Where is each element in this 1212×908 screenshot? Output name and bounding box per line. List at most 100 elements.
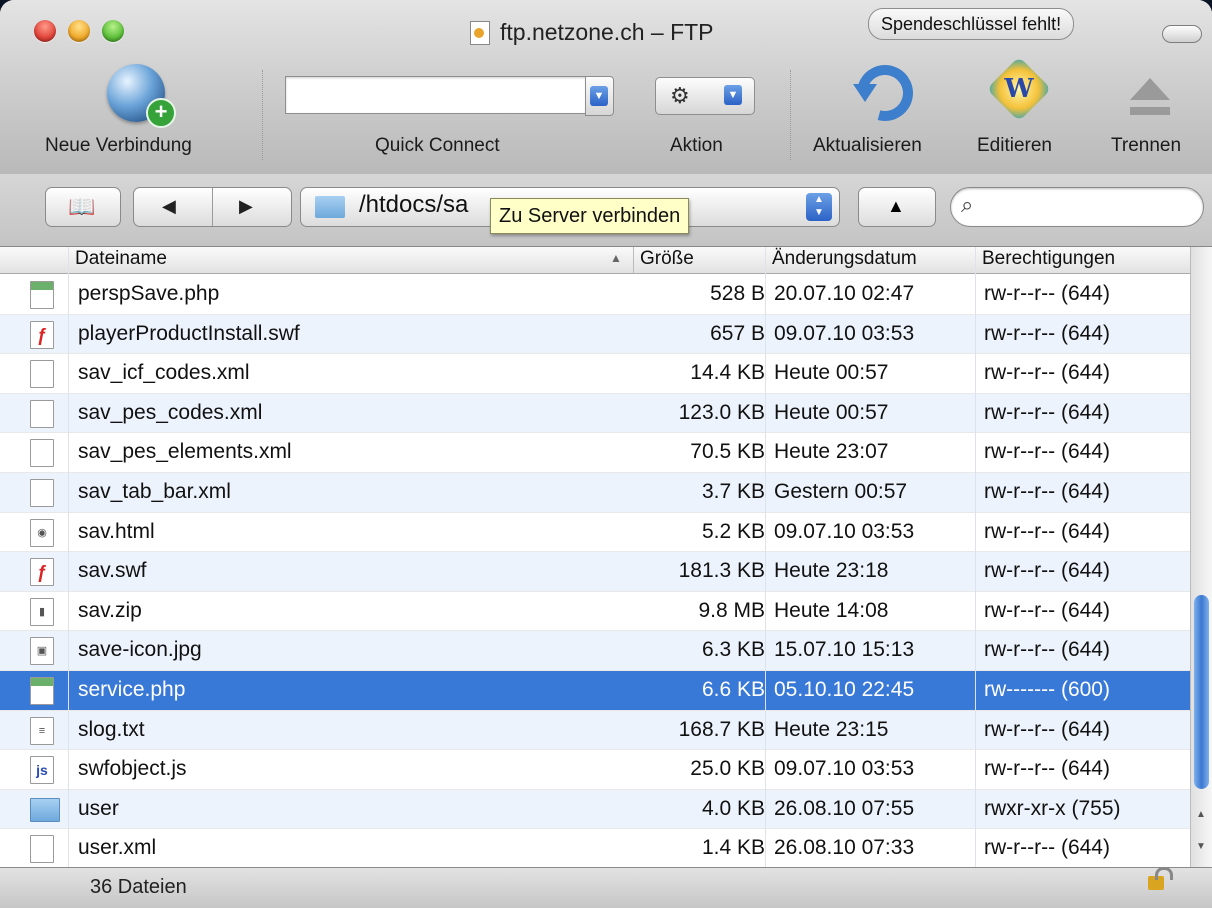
column-header-name[interactable]: Dateiname (68, 247, 633, 273)
search-input[interactable]: ⌕ (950, 187, 1204, 227)
file-name: swfobject.js (78, 757, 187, 781)
file-name: slog.txt (78, 717, 145, 741)
file-permissions: rw-r--r-- (644) (984, 400, 1110, 424)
bookmarks-button[interactable]: 📖 (45, 187, 121, 227)
table-row[interactable]: user.xml 1.4 KB 26.08.10 07:33 rw-r--r-- (6… (0, 829, 1190, 867)
chevron-down-icon: ▼ (724, 85, 742, 105)
column-header-modified[interactable]: Änderungsdatum (765, 247, 975, 273)
table-row[interactable]: ƒ playerProductInstall.swf 657 B 09.07.10 0… (0, 314, 1190, 355)
donation-key-badge[interactable]: Spendeschlüssel fehlt! (868, 8, 1075, 40)
table-row[interactable]: sav_pes_codes.xml 123.0 KB Heute 00:57 rw-r… (0, 393, 1190, 434)
file-permissions: rw-r--r-- (644) (984, 361, 1110, 385)
toolbar-toggle-button[interactable] (1162, 25, 1202, 43)
file-name: sav_icf_codes.xml (78, 361, 250, 385)
parent-directory-button[interactable]: ▲ (858, 187, 936, 227)
zoom-icon[interactable] (102, 20, 124, 42)
scroll-down-icon[interactable]: ▼ (1196, 841, 1206, 852)
table-row[interactable]: ▣ save-icon.jpg 6.3 KB 15.07.10 15:13 rw-r--… (0, 631, 1190, 671)
file-name: sav.html (78, 519, 155, 543)
updown-icon: ▲ ▼ (806, 193, 832, 221)
tooltip: Zu Server verbinden (490, 198, 690, 234)
file-size: 9.8 MB (698, 598, 765, 622)
table-row[interactable]: user 4.0 KB 26.08.10 07:55 rwxr-xr-x (755) (0, 789, 1190, 830)
current-path: /htdocs/sa (359, 191, 469, 218)
disconnect-label: Trennen (1111, 135, 1182, 156)
action-label: Aktion (670, 135, 723, 156)
editor-icon: W (986, 56, 1052, 122)
file-name: user (78, 796, 119, 820)
plus-icon: + (146, 98, 176, 128)
file-modified: Gestern 00:57 (774, 479, 908, 503)
vertical-scrollbar[interactable]: ▲ ▼ (1190, 247, 1212, 867)
file-permissions: rw-r--r-- (644) (984, 717, 1110, 741)
file-modified: Heute 00:57 (774, 400, 889, 424)
swf-file-icon: ƒ (30, 320, 54, 349)
action-menu-button[interactable]: ⚙ ▼ (655, 77, 755, 115)
table-row[interactable]: ▮ sav.zip 9.8 MB Heute 14:08 rw-r--r-- (644) (0, 592, 1190, 632)
file-size: 25.0 KB (690, 757, 765, 781)
search-icon: ⌕ (961, 192, 974, 217)
xml-file-icon (30, 360, 54, 389)
back-arrow-icon[interactable]: ◀ (162, 196, 176, 217)
gear-icon: ⚙ (670, 83, 690, 108)
file-size: 123.0 KB (678, 400, 765, 424)
file-permissions: rw-r--r-- (644) (984, 479, 1110, 503)
table-row[interactable]: ƒ sav.swf 181.3 KB Heute 23:18 rw-r--r-- (64… (0, 552, 1190, 592)
file-modified: Heute 00:57 (774, 361, 889, 385)
window-title: ftp.netzone.ch – FTP (470, 19, 714, 46)
file-modified: Heute 23:15 (774, 717, 889, 741)
table-row[interactable]: service.php 6.6 KB 05.10.10 22:45 rw-------… (0, 670, 1190, 711)
chevron-down-icon: ▼ (590, 86, 608, 106)
file-size: 528 B (710, 282, 765, 305)
file-name: sav.zip (78, 598, 142, 622)
scroll-up-icon[interactable]: ▲ (1196, 809, 1206, 820)
file-size: 14.4 KB (690, 361, 765, 385)
file-modified: 20.07.10 02:47 (774, 282, 915, 305)
refresh-arrow-icon (853, 84, 877, 102)
file-modified: 26.08.10 07:33 (774, 836, 915, 860)
title-toolbar: ftp.netzone.ch – FTP Spendeschlüssel feh… (0, 0, 1212, 175)
js-file-icon: js (30, 756, 54, 785)
toolbar-separator (262, 70, 264, 160)
table-row[interactable]: sav_tab_bar.xml 3.7 KB Gestern 00:57 rw-r--… (0, 472, 1190, 513)
file-permissions: rw------- (600) (984, 677, 1110, 701)
php-file-icon (30, 676, 54, 705)
file-modified: 15.07.10 15:13 (774, 638, 915, 662)
quick-connect-dropdown[interactable]: ▼ (585, 76, 614, 116)
file-size: 168.7 KB (678, 717, 765, 741)
book-icon: 📖 (68, 194, 96, 219)
refresh-label: Aktualisieren (813, 135, 922, 156)
table-row[interactable]: js swfobject.js 25.0 KB 09.07.10 03:53 rw-r-… (0, 750, 1190, 790)
close-icon[interactable] (34, 20, 56, 42)
file-name: service.php (78, 677, 186, 701)
table-row[interactable]: perspSave.php 528 B 20.07.10 02:47 rw-r--r-… (0, 275, 1190, 315)
status-bar: 36 Dateien (0, 867, 1212, 908)
table-row[interactable]: ≡ slog.txt 168.7 KB Heute 23:15 rw-r--r-- (6… (0, 710, 1190, 751)
file-permissions: rw-r--r-- (644) (984, 321, 1110, 345)
file-size: 5.2 KB (701, 519, 765, 543)
edit-label: Editieren (977, 135, 1052, 156)
back-forward-control: ◀ ▶ (133, 187, 292, 227)
table-row[interactable]: ◉ sav.html 5.2 KB 09.07.10 03:53 rw-r--r-- (… (0, 513, 1190, 553)
file-permissions: rwxr-xr-x (755) (984, 796, 1121, 820)
minimize-icon[interactable] (68, 20, 90, 42)
table-row[interactable]: sav_pes_elements.xml 70.5 KB Heute 23:07 rw… (0, 433, 1190, 473)
eject-bar-icon (1130, 107, 1170, 115)
scrollbar-thumb[interactable] (1194, 595, 1209, 789)
file-table: Dateiname ▲ Größe Änderungsdatum Berecht… (0, 247, 1190, 867)
file-permissions: rw-r--r-- (644) (984, 282, 1110, 305)
column-header-permissions[interactable]: Berechtigungen (975, 247, 1190, 273)
quick-connect-input[interactable] (285, 76, 586, 114)
table-row[interactable]: sav_icf_codes.xml 14.4 KB Heute 00:57 rw-r-… (0, 354, 1190, 394)
file-permissions: rw-r--r-- (644) (984, 519, 1110, 543)
document-icon (470, 20, 490, 45)
file-permissions: rw-r--r-- (644) (984, 559, 1110, 583)
toolbar-separator (790, 70, 792, 160)
file-size: 3.7 KB (701, 479, 765, 503)
folder-icon (315, 196, 345, 218)
forward-arrow-icon[interactable]: ▶ (239, 196, 253, 217)
file-permissions: rw-r--r-- (644) (984, 638, 1110, 662)
column-header-size[interactable]: Größe (633, 247, 765, 273)
file-modified: Heute 14:08 (774, 598, 889, 622)
html-file-icon: ◉ (30, 518, 54, 547)
